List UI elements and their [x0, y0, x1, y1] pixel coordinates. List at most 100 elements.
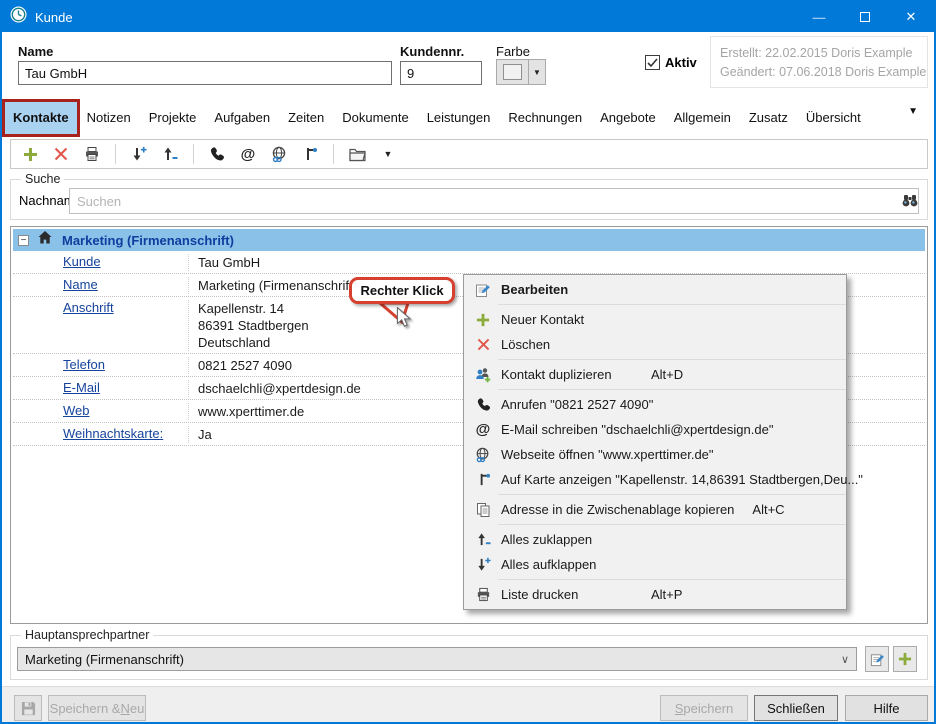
row-value: Kapellenstr. 14 86391 Stadtbergen Deutsc… — [189, 300, 309, 351]
copy-icon — [473, 501, 493, 519]
contacts-toolbar: @ ▼ — [10, 139, 928, 169]
save-button[interactable]: Speichern — [660, 695, 748, 721]
delete-contact-button[interactable] — [52, 145, 70, 163]
chevron-down-icon[interactable]: ∨ — [841, 653, 849, 666]
menu-item-alles-zuklappen[interactable]: Alles zuklappen — [464, 527, 846, 552]
collapse-toggle[interactable]: − — [18, 235, 29, 246]
delete-icon — [473, 336, 493, 354]
folder-button[interactable] — [348, 145, 366, 163]
home-icon — [38, 231, 52, 249]
tab-zeiten[interactable]: Zeiten — [279, 100, 333, 134]
titlebar: Kunde — ✕ — [2, 2, 934, 32]
menu-item-webseite-oeffnen[interactable]: Webseite öffnen "www.xperttimer.de" — [464, 442, 846, 467]
search-input[interactable] — [69, 188, 919, 214]
kundennr-label: Kundennr. — [400, 44, 464, 59]
name-input[interactable] — [18, 61, 392, 85]
collapse-all-button[interactable] — [161, 145, 179, 163]
minimize-button[interactable]: — — [796, 2, 842, 32]
color-dropdown-arrow[interactable]: ▼ — [529, 59, 546, 85]
search-group: Suche Nachname — [10, 179, 928, 220]
table-row[interactable]: Kunde Tau GmbH — [13, 251, 925, 274]
contact-group-header[interactable]: − Marketing (Firmenanschrift) — [13, 229, 925, 251]
tab-leistungen[interactable]: Leistungen — [418, 100, 500, 134]
tab-allgemein[interactable]: Allgemein — [665, 100, 740, 134]
print-button[interactable] — [83, 145, 101, 163]
menu-item-adresse-kopieren[interactable]: Adresse in die Zwischenablage kopieren A… — [464, 497, 846, 522]
tab-overflow-arrow-icon[interactable]: ▼ — [908, 106, 918, 117]
tab-angebote[interactable]: Angebote — [591, 100, 665, 134]
menu-item-neuer-kontakt[interactable]: Neuer Kontakt — [464, 307, 846, 332]
menu-item-kontakt-duplizieren[interactable]: Kontakt duplizieren Alt+D — [464, 362, 846, 387]
row-label[interactable]: Weihnachtskarte: — [63, 426, 189, 443]
tab-notizen[interactable]: Notizen — [78, 100, 140, 134]
help-button[interactable]: Hilfe — [845, 695, 928, 721]
close-button[interactable]: ✕ — [888, 2, 934, 32]
website-button[interactable] — [270, 145, 288, 163]
email-button[interactable]: @ — [239, 145, 257, 163]
expand-all-button[interactable] — [130, 145, 148, 163]
row-value: dschaelchli@xpertdesign.de — [189, 380, 361, 397]
close-window-button[interactable]: Schließen — [754, 695, 838, 721]
aktiv-checkbox[interactable] — [645, 55, 660, 70]
tab-rechnungen[interactable]: Rechnungen — [499, 100, 591, 134]
color-picker[interactable]: ▼ — [496, 59, 546, 85]
row-label[interactable]: Anschrift — [63, 300, 189, 351]
menu-item-loeschen[interactable]: Löschen — [464, 332, 846, 357]
tab-dokumente[interactable]: Dokumente — [333, 100, 417, 134]
add-contact-button[interactable] — [21, 145, 39, 163]
menu-separator — [498, 524, 846, 525]
menu-item-bearbeiten[interactable]: Bearbeiten — [464, 277, 846, 302]
edit-icon — [473, 281, 493, 299]
edit-contact-button[interactable] — [865, 646, 889, 672]
add-main-contact-button[interactable] — [893, 646, 917, 672]
row-value: Ja — [189, 426, 212, 443]
menu-item-anrufen[interactable]: Anrufen "0821 2527 4090" — [464, 392, 846, 417]
search-legend: Suche — [21, 172, 64, 186]
menu-item-alles-aufklappen[interactable]: Alles aufklappen — [464, 552, 846, 577]
expand-all-icon — [473, 556, 493, 574]
menu-item-email-schreiben[interactable]: @ E-Mail schreiben "dschaelchli@xpertdes… — [464, 417, 846, 442]
color-swatch — [503, 64, 522, 80]
map-button[interactable] — [301, 145, 319, 163]
menu-separator — [498, 494, 846, 495]
created-text: Erstellt: 22.02.2015 Doris Example — [720, 44, 927, 63]
tab-aufgaben[interactable]: Aufgaben — [205, 100, 279, 134]
row-label[interactable]: Web — [63, 403, 189, 420]
main-contact-combobox[interactable]: Marketing (Firmenanschrift) ∨ — [17, 647, 857, 671]
plus-icon — [473, 311, 493, 329]
duplicate-contact-icon — [473, 366, 493, 384]
tab-projekte[interactable]: Projekte — [140, 100, 206, 134]
menu-item-auf-karte-anzeigen[interactable]: Auf Karte anzeigen "Kapellenstr. 14,8639… — [464, 467, 846, 492]
tab-kontakte[interactable]: Kontakte — [4, 100, 78, 134]
aktiv-checkbox-wrap: Aktiv — [645, 55, 697, 70]
at-icon: @ — [473, 421, 493, 439]
row-label[interactable]: E-Mail — [63, 380, 189, 397]
main-contact-legend: Hauptansprechpartner — [21, 628, 153, 642]
menu-separator — [498, 389, 846, 390]
kundennr-input[interactable] — [400, 61, 482, 85]
mouse-cursor-icon — [396, 307, 412, 329]
toolbar-separator — [193, 144, 194, 164]
globe-icon — [473, 446, 493, 464]
farbe-label: Farbe — [496, 44, 530, 59]
save-and-new-button[interactable]: Speichern & Neu — [48, 695, 146, 721]
tab-uebersicht[interactable]: Übersicht — [797, 100, 870, 134]
folder-dropdown-arrow[interactable]: ▼ — [379, 145, 397, 163]
kunde-window: Kunde — ✕ Name Kundennr. Farbe ▼ Aktiv E… — [0, 0, 936, 724]
menu-shortcut: Alt+P — [651, 587, 682, 602]
modified-text: Geändert: 07.06.2018 Doris Example — [720, 63, 927, 82]
combo-value: Marketing (Firmenanschrift) — [25, 652, 184, 667]
maximize-button[interactable] — [842, 2, 888, 32]
tab-zusatz[interactable]: Zusatz — [740, 100, 797, 134]
row-label[interactable]: Name — [63, 277, 189, 294]
call-button[interactable] — [208, 145, 226, 163]
menu-separator — [498, 359, 846, 360]
main-contact-group: Hauptansprechpartner Marketing (Firmenan… — [10, 635, 928, 680]
row-value: www.xperttimer.de — [189, 403, 304, 420]
save-icon-button[interactable] — [14, 695, 42, 721]
row-label[interactable]: Kunde — [63, 254, 189, 271]
binoculars-icon[interactable] — [901, 193, 919, 213]
annotation-text: Rechter Klick — [360, 283, 443, 298]
menu-item-liste-drucken[interactable]: Liste drucken Alt+P — [464, 582, 846, 607]
row-label[interactable]: Telefon — [63, 357, 189, 374]
